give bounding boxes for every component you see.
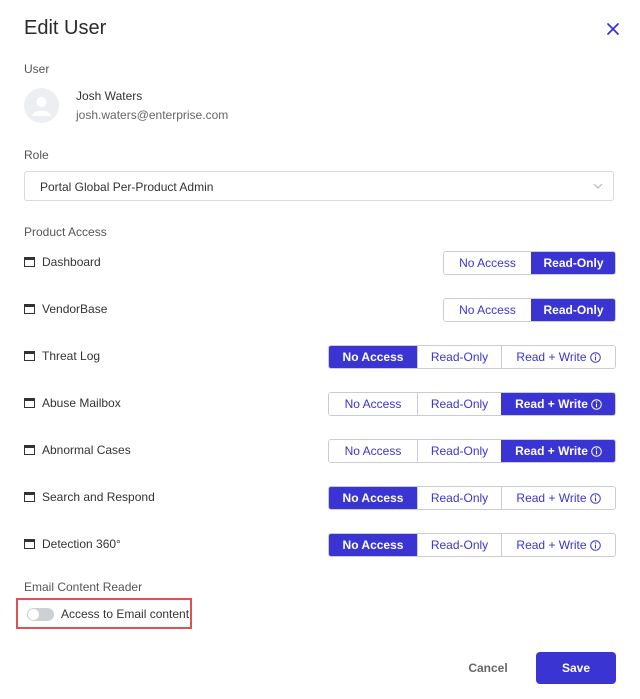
read-only-button[interactable]: Read-Only [531,299,615,321]
window-icon [24,492,35,502]
product-name: Detection 360° [42,537,121,551]
info-icon [591,445,602,457]
email-access-label: Access to Email content [61,607,190,621]
info-icon [589,351,601,363]
window-icon [24,351,35,361]
access-toggle-group: No Access Read-Only Read + Write [328,439,616,463]
cancel-button[interactable]: Cancel [456,653,520,683]
product-row-abnormal-cases: Abnormal Cases No Access Read-Only Read … [24,439,616,463]
read-write-button[interactable]: Read + Write [501,346,615,368]
read-only-button[interactable]: Read-Only [417,534,501,556]
read-write-button[interactable]: Read + Write [501,534,615,556]
access-toggle-group: No Access Read-Only Read + Write [328,486,616,510]
role-select[interactable]: Portal Global Per-Product Admin [24,171,614,201]
email-access-highlight: Access to Email content [16,598,192,629]
product-name: Abuse Mailbox [42,396,121,410]
info-icon [591,398,602,410]
no-access-button[interactable]: No Access [329,487,417,509]
product-name: VendorBase [42,302,108,316]
no-access-button[interactable]: No Access [329,393,417,415]
edit-user-modal: Edit User User Josh Waters josh.waters@e… [0,0,640,699]
product-name: Search and Respond [42,490,155,504]
modal-title: Edit User [24,17,107,39]
info-icon [589,539,601,551]
read-write-label: Read + Write [516,538,587,552]
read-only-button[interactable]: Read-Only [417,393,501,415]
product-name: Dashboard [42,255,101,269]
product-row-dashboard: Dashboard No Access Read-Only [24,251,616,275]
no-access-button[interactable]: No Access [329,346,417,368]
toggle-knob [28,609,39,620]
read-write-button[interactable]: Read + Write [501,440,615,462]
product-name: Threat Log [42,349,101,363]
email-access-toggle[interactable] [27,608,54,621]
no-access-button[interactable]: No Access [329,534,417,556]
access-toggle-group: No Access Read-Only [443,298,616,322]
save-button[interactable]: Save [536,652,616,684]
no-access-button[interactable]: No Access [444,299,531,321]
role-section-label: Role [24,148,49,162]
chevron-down-icon [593,183,603,189]
read-write-label: Read + Write [515,444,588,458]
info-icon [589,492,601,504]
window-icon [24,398,35,408]
product-row-search-and-respond: Search and Respond No Access Read-Only R… [24,486,616,510]
email-reader-label: Email Content Reader [24,580,143,594]
product-row-abuse-mailbox: Abuse Mailbox No Access Read-Only Read +… [24,392,616,416]
read-write-label: Read + Write [516,491,587,505]
read-only-button[interactable]: Read-Only [417,440,501,462]
close-icon[interactable] [602,18,624,40]
window-icon [24,257,35,267]
read-only-button[interactable]: Read-Only [417,346,501,368]
window-icon [24,539,35,549]
read-only-button[interactable]: Read-Only [417,487,501,509]
window-icon [24,445,35,455]
user-name: Josh Waters [76,89,143,103]
product-row-threat-log: Threat Log No Access Read-Only Read + Wr… [24,345,616,369]
read-write-button[interactable]: Read + Write [501,393,615,415]
product-row-detection-360: Detection 360° No Access Read-Only Read … [24,533,616,557]
avatar [24,88,59,123]
read-write-label: Read + Write [516,350,587,364]
product-access-label: Product Access [24,225,107,239]
access-toggle-group: No Access Read-Only [443,251,616,275]
window-icon [24,304,35,314]
user-section-label: User [24,62,50,76]
user-email: josh.waters@enterprise.com [76,108,229,122]
read-write-button[interactable]: Read + Write [501,487,615,509]
access-toggle-group: No Access Read-Only Read + Write [328,533,616,557]
user-avatar-icon [32,97,51,116]
read-only-button[interactable]: Read-Only [531,252,615,274]
role-select-value: Portal Global Per-Product Admin [40,180,214,194]
product-name: Abnormal Cases [42,443,131,457]
access-toggle-group: No Access Read-Only Read + Write [328,345,616,369]
no-access-button[interactable]: No Access [444,252,531,274]
no-access-button[interactable]: No Access [329,440,417,462]
access-toggle-group: No Access Read-Only Read + Write [328,392,616,416]
product-row-vendorbase: VendorBase No Access Read-Only [24,298,616,322]
read-write-label: Read + Write [515,397,588,411]
